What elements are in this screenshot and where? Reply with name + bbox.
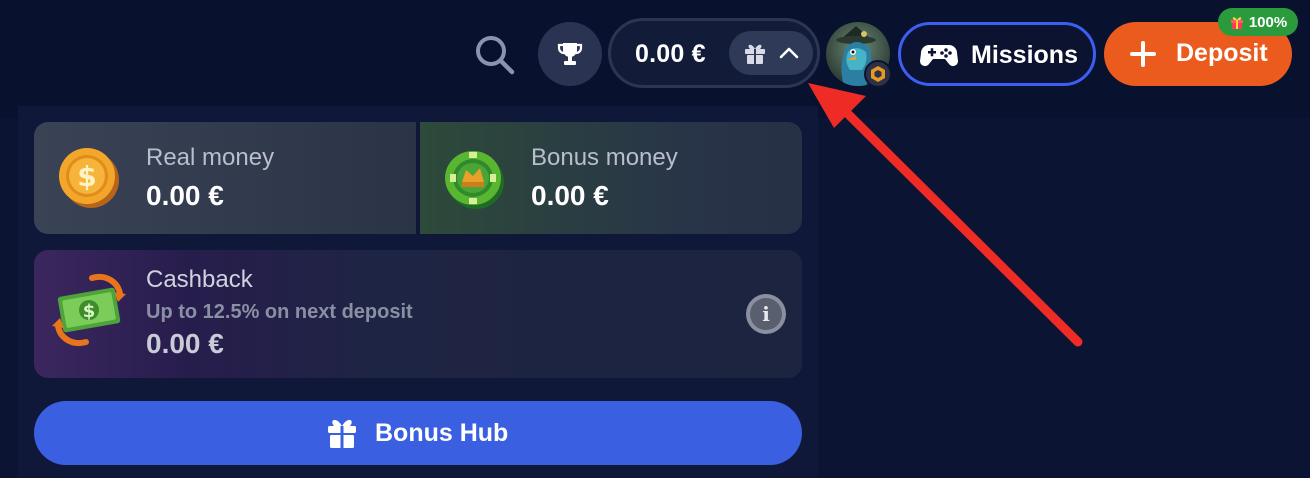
green-chip-icon — [445, 151, 504, 209]
gift-icon — [744, 44, 765, 64]
gamepad-icon — [920, 45, 958, 66]
deposit-promo-badge: 100% — [1218, 8, 1298, 36]
balance-toggle[interactable] — [729, 31, 813, 75]
trophy-button[interactable] — [538, 22, 602, 86]
search-button[interactable] — [470, 30, 518, 78]
gold-coin-icon: $ — [59, 148, 119, 208]
cashback-money-icon: $ — [52, 274, 126, 346]
real-money-card: $ Real money 0.00 € — [34, 122, 416, 234]
svg-text:$: $ — [77, 160, 96, 193]
trophy-icon — [557, 43, 583, 65]
bonus-hub-button[interactable]: Bonus Hub — [34, 401, 802, 465]
avatar-level-badge — [864, 60, 892, 88]
real-money-title: Real money — [146, 144, 275, 171]
balance-dropdown-toggle[interactable]: 0.00 € — [608, 18, 820, 88]
chevron-up-icon — [779, 47, 798, 59]
promo-badge-text: 100% — [1248, 13, 1288, 31]
bonus-money-amount: 0.00 € — [531, 180, 609, 211]
cashback-card: $ Cashback Up to 12.5% on next deposit 0… — [34, 250, 802, 378]
missions-button[interactable]: Missions — [898, 22, 1096, 86]
cashback-info-button[interactable]: i — [746, 294, 786, 334]
info-icon: i — [750, 298, 782, 330]
gift-icon — [328, 419, 356, 448]
missions-label: Missions — [971, 41, 1078, 69]
svg-text:$: $ — [83, 301, 96, 322]
bonus-hub-label: Bonus Hub — [375, 419, 509, 447]
balance-amount: 0.00 € — [635, 40, 706, 68]
deposit-label: Deposit — [1176, 39, 1268, 67]
bonus-money-title: Bonus money — [531, 144, 678, 171]
cashback-title: Cashback — [146, 266, 253, 293]
plus-icon — [1130, 41, 1156, 67]
search-icon — [476, 36, 515, 75]
bonus-money-card: Bonus money 0.00 € — [420, 122, 802, 234]
cashback-subtitle: Up to 12.5% on next deposit — [146, 301, 413, 323]
gift-icon — [1230, 17, 1243, 29]
real-money-amount: 0.00 € — [146, 180, 224, 211]
cashback-amount: 0.00 € — [146, 328, 224, 359]
level-badge-icon — [871, 66, 885, 82]
